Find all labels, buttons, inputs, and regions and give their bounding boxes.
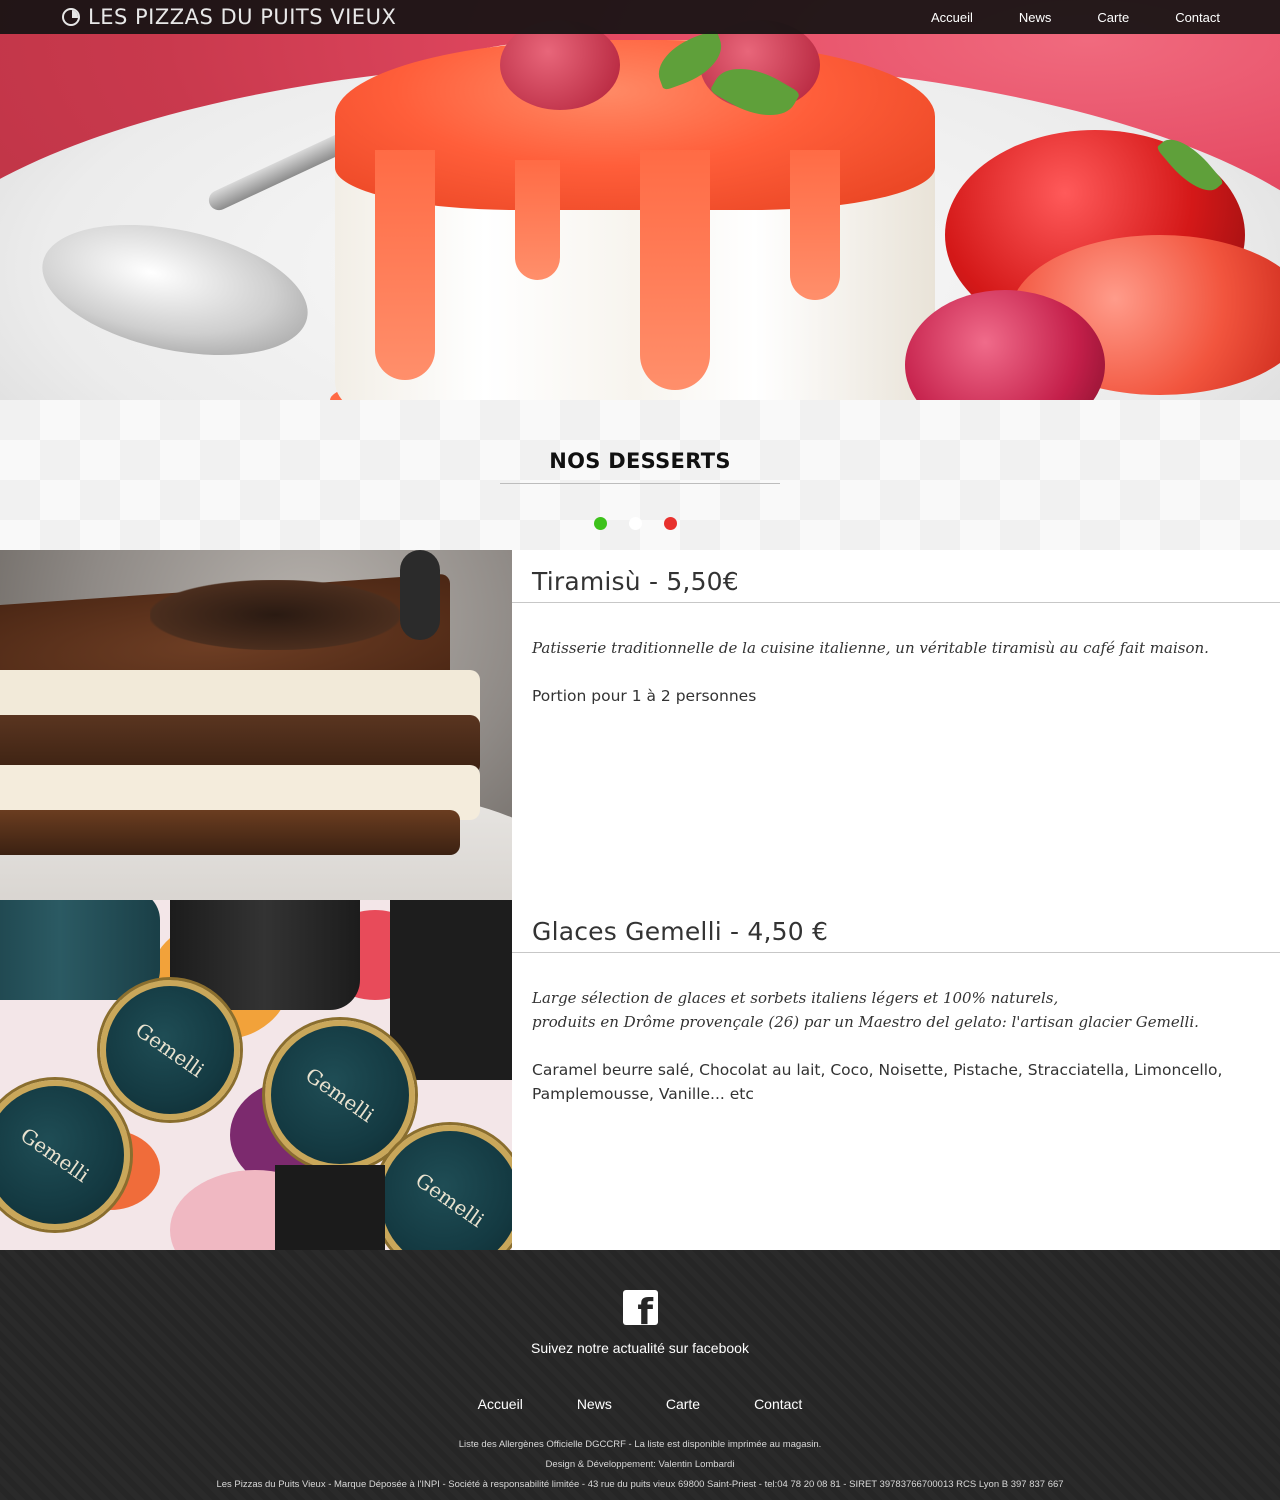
- tiramisu-photo: [0, 550, 512, 900]
- footer-nav-contact[interactable]: Contact: [754, 1396, 802, 1412]
- item-description: Patisserie traditionnelle de la cuisine …: [532, 639, 1209, 657]
- section-divider: [500, 483, 780, 484]
- item-description-line-2: produits en Drôme provençale (26) par un…: [532, 1013, 1199, 1031]
- facebook-follow-text[interactable]: Suivez notre actualité sur facebook: [0, 1340, 1280, 1356]
- brand-logo[interactable]: LES PIZZAS DU PUITS VIEUX: [62, 4, 396, 30]
- footer-nav: Accueil News Carte Contact: [0, 1396, 1280, 1412]
- hero-image: [0, 0, 1280, 400]
- italian-color-dots: [594, 517, 699, 530]
- allergens-link[interactable]: Liste des Allergènes Officielle DGCCRF -…: [0, 1439, 1280, 1450]
- item-divider: [512, 952, 1280, 953]
- gemelli-tin: Gemelli: [265, 1020, 415, 1170]
- red-dot: [664, 517, 677, 530]
- white-dot: [629, 517, 642, 530]
- dessert-item-tiramisu: Tiramisù - 5,50€ Patisserie traditionnel…: [0, 550, 1280, 900]
- design-credit: Design & Développement: Valentin Lombard…: [545, 1459, 735, 1470]
- facebook-icon[interactable]: f: [623, 1290, 658, 1325]
- nav-carte[interactable]: Carte: [1097, 10, 1129, 25]
- item-title: Glaces Gemelli - 4,50 €: [532, 917, 829, 946]
- gemelli-ice-cream-tins-photo: Gemelli Gemelli Gemelli Gemelli: [0, 900, 512, 1250]
- footer-nav-accueil[interactable]: Accueil: [478, 1396, 523, 1412]
- gemelli-tin: Gemelli: [100, 980, 240, 1120]
- footer-nav-carte[interactable]: Carte: [666, 1396, 700, 1412]
- footer-nav-news[interactable]: News: [577, 1396, 612, 1412]
- nav-news[interactable]: News: [1019, 10, 1052, 25]
- nav-accueil[interactable]: Accueil: [931, 10, 973, 25]
- section-header: NOS DESSERTS: [0, 400, 1280, 550]
- brand-name: LES PIZZAS DU PUITS VIEUX: [88, 5, 397, 29]
- main-nav: Accueil News Carte Contact: [885, 0, 1220, 34]
- item-portion: Portion pour 1 à 2 personnes: [532, 687, 757, 705]
- item-description-line-1: Large sélection de glaces et sorbets ita…: [532, 989, 1059, 1007]
- circle-logo-icon: [62, 8, 80, 26]
- dessert-item-gemelli: Gemelli Gemelli Gemelli Gemelli Glaces G…: [0, 900, 1280, 1250]
- footer: f Suivez notre actualité sur facebook Ac…: [0, 1250, 1280, 1500]
- company-legal-info: Les Pizzas du Puits Vieux - Marque Dépos…: [216, 1479, 1064, 1490]
- item-flavours: Caramel beurre salé, Chocolat au lait, C…: [532, 1061, 1223, 1103]
- green-dot: [594, 517, 607, 530]
- top-navigation-bar: LES PIZZAS DU PUITS VIEUX Accueil News C…: [0, 0, 1280, 34]
- nav-contact[interactable]: Contact: [1175, 10, 1220, 25]
- section-title: NOS DESSERTS: [549, 449, 731, 473]
- item-divider: [512, 602, 1280, 603]
- item-title: Tiramisù - 5,50€: [532, 567, 739, 596]
